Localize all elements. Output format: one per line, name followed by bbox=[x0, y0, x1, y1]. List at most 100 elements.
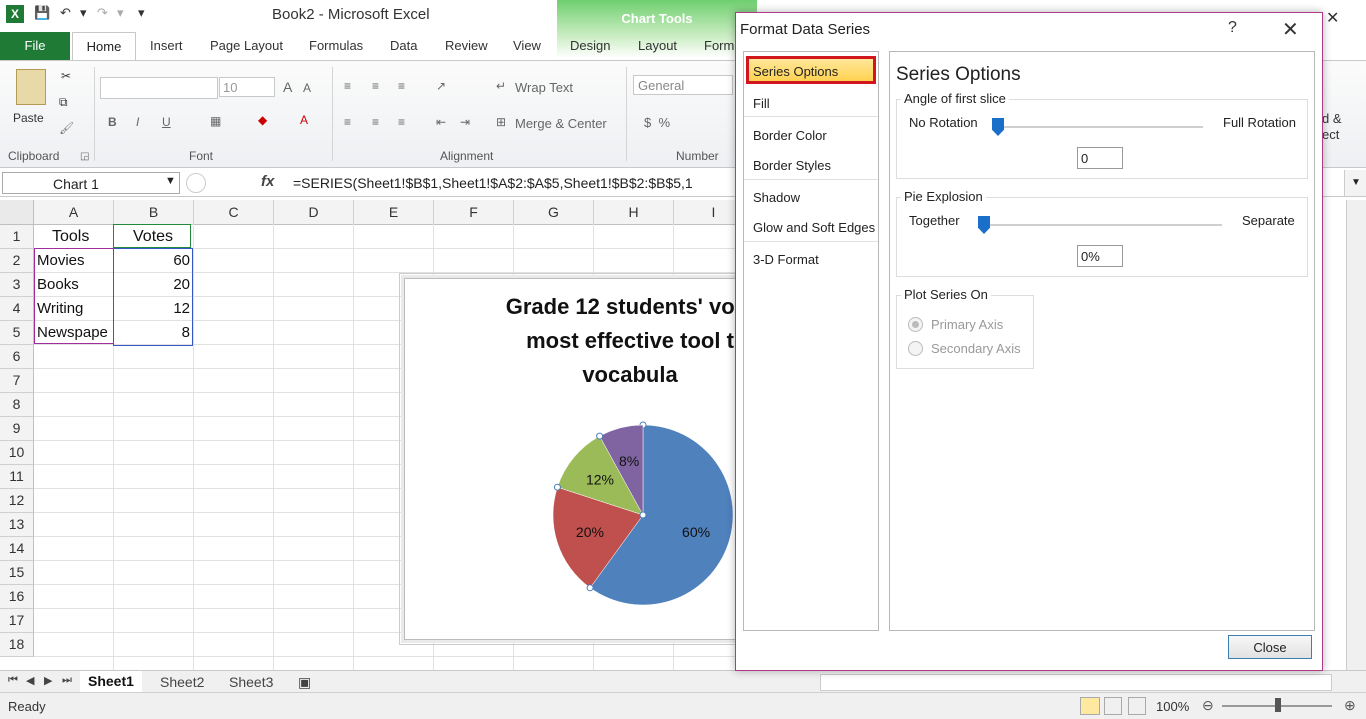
customize-qat-icon[interactable]: ▾ bbox=[138, 5, 145, 21]
window-close-icon[interactable]: ✕ bbox=[1326, 8, 1339, 28]
formula-input[interactable]: =SERIES(Sheet1!$B$1,Sheet1!$A$2:$A$5,She… bbox=[293, 175, 693, 191]
column-header[interactable]: A bbox=[34, 200, 114, 225]
row-header[interactable]: 11 bbox=[0, 465, 34, 489]
merge-center-button[interactable]: Merge & Center bbox=[515, 116, 607, 131]
row-header[interactable]: 4 bbox=[0, 297, 34, 321]
tab-insert[interactable]: Insert bbox=[150, 38, 183, 53]
wrap-text-button[interactable]: Wrap Text bbox=[515, 80, 573, 95]
align-right-icon[interactable]: ≡ bbox=[398, 115, 405, 129]
row-header[interactable]: 18 bbox=[0, 633, 34, 657]
shrink-font-icon[interactable]: A bbox=[303, 81, 311, 95]
secondary-axis-radio[interactable] bbox=[908, 341, 923, 356]
tab-view[interactable]: View bbox=[513, 38, 541, 53]
column-header[interactable]: G bbox=[514, 200, 594, 225]
column-header[interactable]: B bbox=[114, 200, 194, 225]
row-header[interactable]: 5 bbox=[0, 321, 34, 345]
zoom-slider-thumb[interactable] bbox=[1275, 698, 1281, 712]
help-icon[interactable]: ? bbox=[1228, 19, 1237, 37]
formula-expand-icon[interactable]: ▼ bbox=[1344, 170, 1366, 196]
row-header[interactable]: 9 bbox=[0, 417, 34, 441]
tab-data[interactable]: Data bbox=[390, 38, 417, 53]
primary-axis-radio[interactable] bbox=[908, 317, 923, 332]
tab-format[interactable]: Form bbox=[704, 38, 734, 53]
format-painter-icon[interactable]: 🖌 bbox=[59, 121, 74, 135]
pie-data-label[interactable]: 8% bbox=[619, 453, 639, 469]
font-name-box[interactable] bbox=[100, 77, 218, 99]
cut-icon[interactable]: ✂ bbox=[61, 69, 71, 83]
close-button[interactable]: Close bbox=[1228, 635, 1312, 659]
pie-data-label[interactable]: 20% bbox=[576, 524, 604, 540]
select-all-corner[interactable] bbox=[0, 200, 34, 225]
redo-dropdown-icon[interactable]: ▾ bbox=[117, 5, 124, 21]
nav-border-color[interactable]: Border Color bbox=[753, 128, 827, 143]
copy-icon[interactable]: ⧉ bbox=[59, 95, 68, 110]
row-header[interactable]: 15 bbox=[0, 561, 34, 585]
number-format-box[interactable]: General bbox=[633, 75, 733, 95]
row-header[interactable]: 1 bbox=[0, 225, 34, 249]
nav-glow-soft-edges[interactable]: Glow and Soft Edges bbox=[753, 220, 875, 235]
page-break-view-icon[interactable] bbox=[1128, 697, 1146, 715]
column-header[interactable]: H bbox=[594, 200, 674, 225]
name-box-dropdown-icon[interactable]: ▼ bbox=[165, 175, 176, 187]
prev-sheet-icon[interactable]: ◀ bbox=[26, 674, 34, 687]
row-header[interactable]: 10 bbox=[0, 441, 34, 465]
slice-selection-handle[interactable] bbox=[586, 584, 594, 592]
align-top-icon[interactable]: ≡ bbox=[344, 79, 351, 93]
row-header[interactable]: 17 bbox=[0, 609, 34, 633]
angle-input[interactable]: 0 bbox=[1077, 147, 1123, 169]
zoom-out-icon[interactable]: ⊖ bbox=[1202, 697, 1214, 714]
row-header[interactable]: 12 bbox=[0, 489, 34, 513]
row-header[interactable]: 7 bbox=[0, 369, 34, 393]
align-bottom-icon[interactable]: ≡ bbox=[398, 79, 405, 93]
nav-3d-format[interactable]: 3-D Format bbox=[753, 252, 819, 267]
font-color-icon[interactable]: A bbox=[300, 113, 308, 127]
save-icon[interactable]: 💾 bbox=[34, 5, 50, 21]
nav-series-options[interactable]: Series Options bbox=[753, 64, 838, 79]
explosion-input[interactable]: 0% bbox=[1077, 245, 1123, 267]
sheet-tab-sheet2[interactable]: Sheet2 bbox=[160, 674, 204, 690]
nav-fill[interactable]: Fill bbox=[753, 96, 770, 111]
next-sheet-icon[interactable]: ▶ bbox=[44, 674, 52, 687]
font-size-box[interactable]: 10 bbox=[219, 77, 275, 97]
paste-button[interactable]: Paste bbox=[13, 111, 44, 125]
explosion-slider-track[interactable] bbox=[984, 224, 1222, 226]
formula-bar-expand-icon[interactable] bbox=[186, 173, 206, 193]
paste-icon[interactable] bbox=[16, 69, 46, 105]
column-header[interactable]: I bbox=[674, 200, 740, 225]
column-header[interactable]: E bbox=[354, 200, 434, 225]
column-header[interactable]: C bbox=[194, 200, 274, 225]
decrease-indent-icon[interactable]: ⇤ bbox=[436, 115, 446, 129]
zoom-in-icon[interactable]: ⊕ bbox=[1344, 697, 1356, 714]
slice-selection-handle[interactable] bbox=[596, 432, 604, 440]
row-header[interactable]: 6 bbox=[0, 345, 34, 369]
cell-a1[interactable]: Tools bbox=[52, 226, 89, 248]
align-left-icon[interactable]: ≡ bbox=[344, 115, 351, 129]
sheet-tab-sheet3[interactable]: Sheet3 bbox=[229, 674, 273, 690]
grow-font-icon[interactable]: A bbox=[283, 79, 292, 95]
fill-color-icon[interactable]: ◆ bbox=[258, 113, 267, 127]
italic-icon[interactable]: I bbox=[136, 115, 139, 129]
borders-icon[interactable]: ▦ bbox=[210, 114, 221, 128]
number-format-symbols[interactable]: $ % bbox=[644, 115, 670, 130]
pie-data-label[interactable]: 12% bbox=[586, 471, 614, 487]
column-header[interactable]: F bbox=[434, 200, 514, 225]
tab-review[interactable]: Review bbox=[445, 38, 488, 53]
insert-sheet-icon[interactable]: ▣ bbox=[298, 674, 311, 691]
row-header[interactable]: 13 bbox=[0, 513, 34, 537]
nav-border-styles[interactable]: Border Styles bbox=[753, 158, 831, 173]
normal-view-icon[interactable] bbox=[1080, 697, 1100, 715]
row-header[interactable]: 2 bbox=[0, 249, 34, 273]
name-box[interactable]: Chart 1 ▼ bbox=[2, 172, 180, 194]
column-header[interactable]: D bbox=[274, 200, 354, 225]
bold-icon[interactable]: B bbox=[108, 115, 117, 129]
first-sheet-icon[interactable]: ⏮ bbox=[8, 674, 18, 687]
dialog-close-icon[interactable]: ✕ bbox=[1282, 17, 1299, 42]
tab-page-layout[interactable]: Page Layout bbox=[210, 38, 283, 53]
tab-design[interactable]: Design bbox=[570, 38, 610, 53]
nav-shadow[interactable]: Shadow bbox=[753, 190, 800, 205]
align-center-icon[interactable]: ≡ bbox=[372, 115, 379, 129]
pie-chart[interactable]: 60% 20% 12% 8% bbox=[543, 415, 743, 615]
insert-function-icon[interactable]: fx bbox=[261, 173, 274, 190]
page-layout-view-icon[interactable] bbox=[1104, 697, 1122, 715]
center-selection-handle[interactable] bbox=[639, 511, 647, 519]
